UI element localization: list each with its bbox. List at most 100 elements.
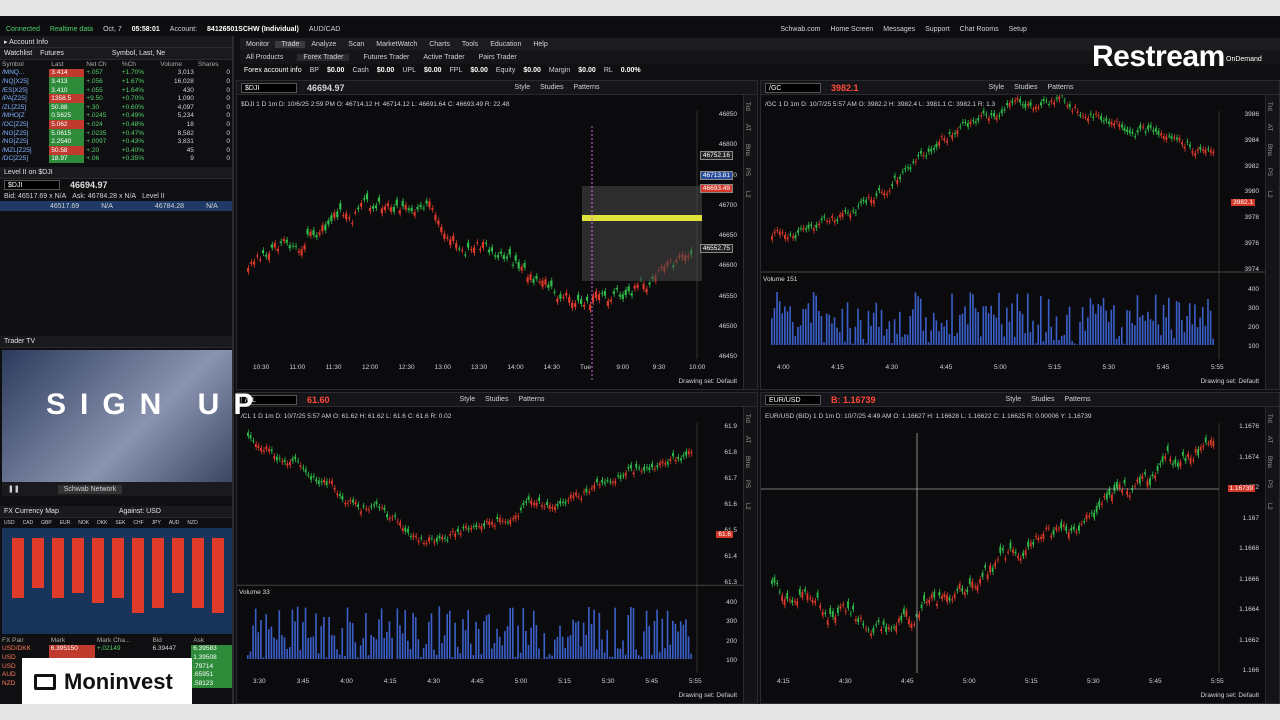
watchlist-row[interactable]: /ES[X25] 3.410 +.055 +1.64% 430 0 [0,85,232,95]
watchlist-row[interactable]: /NG[Z25] 5.0615 +.0235 +0.47% 8,582 0 [0,128,232,138]
subtab-forex[interactable]: Forex Trader [297,53,350,61]
side-trade[interactable]: Trd [744,95,750,117]
style-menu[interactable]: Style [460,396,476,403]
tab-marketwatch[interactable]: MarketWatch [370,41,423,48]
link-messages[interactable]: Messages [883,26,915,33]
fx-currency[interactable]: NZD [187,520,197,526]
tab-analyze[interactable]: Analyze [305,41,342,48]
fxmap-against[interactable]: Against: USD [119,508,161,515]
patterns-menu[interactable]: Patterns [1047,84,1073,91]
link-schwab[interactable]: Schwab.com [780,26,820,33]
fx-currency[interactable]: CHF [133,520,143,526]
network-label[interactable]: Schwab Network [57,484,123,494]
chart-dji[interactable]: $DJI 46694.97 Style Studies Patterns $DJ… [236,80,758,390]
side-ps[interactable]: PS [744,161,750,183]
tab-tools[interactable]: Tools [456,41,484,48]
style-menu[interactable]: Style [989,84,1005,91]
watchlist-row[interactable]: /ZL[Z25] 50.88 +.30 +0.60% 4,097 0 [0,102,232,112]
subtab-all-products[interactable]: All Products [246,54,283,61]
col-volume[interactable]: Volume [158,60,196,69]
watchlist-row[interactable]: /NQ[X25] 3.413 +.056 +1.67% 16,028 0 [0,77,232,86]
drawing-set[interactable]: Drawing set: Default [678,692,737,699]
side-ps[interactable]: PS [1266,473,1272,495]
side-trade[interactable]: Trd [744,407,750,429]
drawing-set[interactable]: Drawing set: Default [1200,692,1259,699]
fx-currency[interactable]: SEK [115,520,125,526]
style-menu[interactable]: Style [515,84,531,91]
studies-menu[interactable]: Studies [540,84,563,91]
chart-symbol-input[interactable]: EUR/USD [765,394,821,405]
watchlist-row[interactable]: /OC[Z25] 5.062 +.024 +0.48% 18 0 [0,120,232,129]
chart-eurusd[interactable]: EUR/USD B: 1.16739 Style Studies Pattern… [760,392,1280,704]
patterns-menu[interactable]: Patterns [573,84,599,91]
watchlist-filter[interactable]: Futures [40,50,64,57]
side-at[interactable]: AT [744,117,750,139]
symbol-search[interactable]: Symbol, Last, Ne [112,50,165,57]
side-btns[interactable]: Btns [744,451,750,473]
watchlist-row[interactable]: /DC[Z25] 18.97 +.06 +0.35% 9 0 [0,154,232,164]
fx-currency[interactable]: NOK [78,520,89,526]
col-shares[interactable]: Shares [196,60,232,69]
tab-help[interactable]: Help [527,41,553,48]
chart-symbol-input[interactable]: /GC [765,82,821,93]
side-trade[interactable]: Trd [1266,407,1272,429]
style-menu[interactable]: Style [1006,396,1022,403]
side-ps[interactable]: PS [1266,161,1272,183]
studies-menu[interactable]: Studies [485,396,508,403]
fx-currency[interactable]: DKK [97,520,107,526]
fx-currency[interactable]: AUD [169,520,180,526]
fx-row[interactable]: USD/DKK 6.395150 +.02149 6.39447 6.39583 [0,644,232,654]
tab-monitor[interactable]: Monitor [240,41,275,48]
col-pctch[interactable]: %Ch [120,60,158,69]
watchlist-row[interactable]: /PA[Z25] 1358.5 +9.50 +0.70% 1,090 0 [0,94,232,103]
watchlist-row[interactable]: /MHO[Z 0.5625 +.0245 +0.49% 5,234 0 [0,111,232,121]
pause-icon[interactable]: ❚❚ [8,485,20,493]
side-btns[interactable]: Btns [1266,139,1272,161]
subtab-futures[interactable]: Futures Trader [363,54,409,61]
patterns-menu[interactable]: Patterns [1064,396,1090,403]
side-btns[interactable]: Btns [1266,451,1272,473]
side-btns[interactable]: Btns [744,139,750,161]
side-l2[interactable]: L2 [744,183,750,205]
watchlist-row[interactable]: /MNQ... 3.414 +.057 +1.70% 3,013 0 [0,68,232,78]
side-l2[interactable]: L2 [1266,495,1272,517]
subtab-pairs[interactable]: Pairs Trader [479,54,517,61]
col-netch[interactable]: Net Ch [84,60,120,69]
tab-scan[interactable]: Scan [342,41,370,48]
account-info-header[interactable]: ▸ Account Info [0,36,232,48]
patterns-menu[interactable]: Patterns [518,396,544,403]
chart-gc[interactable]: /GC 3982.1 Style Studies Patterns /GC 1 … [760,80,1280,390]
fx-currency[interactable]: EUR [60,520,71,526]
side-at[interactable]: AT [1266,117,1272,139]
side-trade[interactable]: Trd [1266,95,1272,117]
side-at[interactable]: AT [1266,429,1272,451]
fx-currency[interactable]: GBP [41,520,52,526]
subtab-active[interactable]: Active Trader [423,54,464,61]
chart-cl[interactable]: /CL 61.60 Style Studies Patterns /CL 1 D… [236,392,758,704]
level2-symbol-input[interactable]: $DJI [4,180,60,191]
link-setup[interactable]: Setup [1009,26,1027,33]
tab-trade[interactable]: Trade [275,40,306,48]
chart-symbol-input[interactable]: $DJI [241,82,297,93]
link-chat[interactable]: Chat Rooms [960,26,999,33]
side-ps[interactable]: PS [744,473,750,495]
drawing-set[interactable]: Drawing set: Default [1200,378,1259,385]
col-symbol[interactable]: Symbol [0,60,49,69]
link-home[interactable]: Home Screen [830,26,873,33]
studies-menu[interactable]: Studies [1014,84,1037,91]
tab-education[interactable]: Education [484,41,527,48]
tab-charts[interactable]: Charts [423,41,456,48]
side-at[interactable]: AT [744,429,750,451]
side-l2[interactable]: L2 [744,495,750,517]
drawing-set[interactable]: Drawing set: Default [678,378,737,385]
side-l2[interactable]: L2 [1266,183,1272,205]
col-last[interactable]: Last [49,60,84,69]
watchlist-row[interactable]: /NG[Z25] 2.2540 +.0097 +0.43% 3,831 0 [0,137,232,146]
fx-currency[interactable]: USD [4,520,15,526]
watchlist-row[interactable]: /MZL[Z25] 50.58 +.20 +0.40% 45 0 [0,145,232,155]
level2-row[interactable]: 46517.69 N/A 46784.28 N/A [0,201,232,212]
studies-menu[interactable]: Studies [1031,396,1054,403]
link-support[interactable]: Support [925,26,950,33]
ondemand-button[interactable]: OnDemand [1226,56,1262,63]
account-selector[interactable]: 84126501SCHW (Individual) [207,26,299,33]
